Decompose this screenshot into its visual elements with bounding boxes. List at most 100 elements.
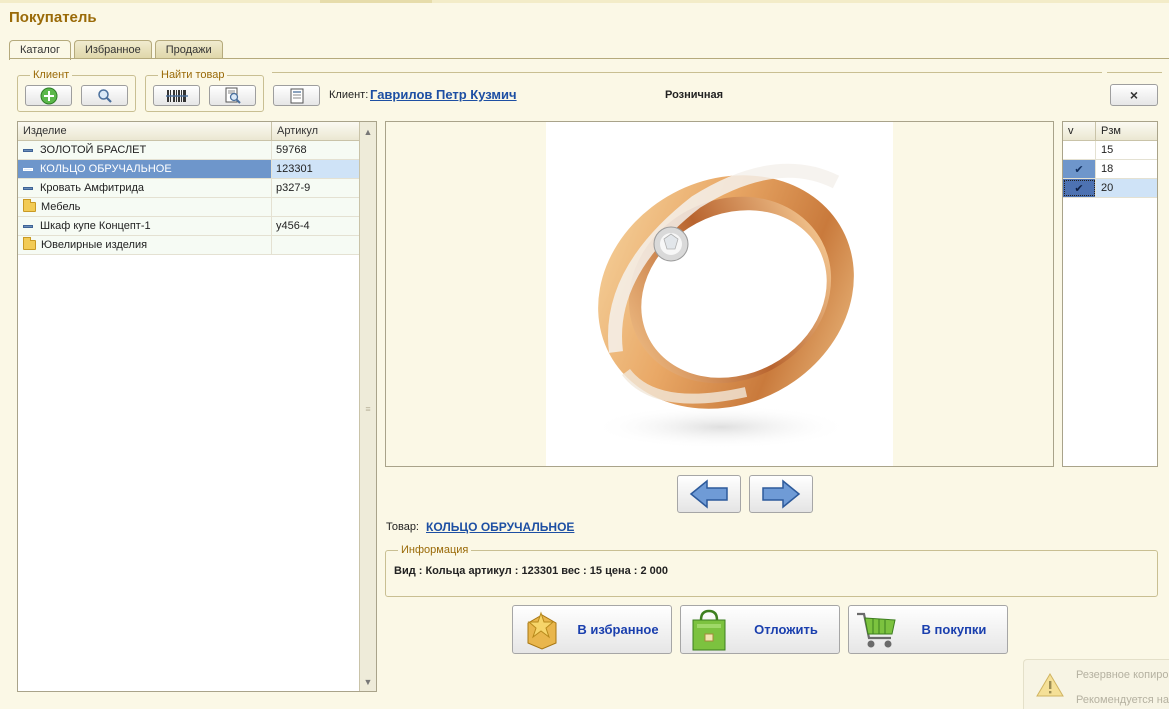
product-name-link[interactable]: КОЛЬЦО ОБРУЧАЛЬНОЕ	[426, 520, 574, 534]
tab-bar: Каталог Избранное Продажи	[9, 40, 223, 60]
folder-icon	[23, 237, 36, 250]
info-group: Информация Вид : Кольца артикул : 123301…	[385, 544, 1158, 597]
column-header-check[interactable]: v	[1063, 122, 1096, 140]
postpone-button[interactable]: Отложить	[680, 605, 840, 654]
size-value: 15	[1101, 144, 1114, 156]
window-title: Покупатель	[9, 9, 97, 26]
close-icon: ×	[1129, 87, 1139, 103]
size-checkbox[interactable]: ✔	[1063, 160, 1096, 178]
catalog-tree[interactable]: Изделие Артикул ЗОЛОТОЙ БРАСЛЕТ 59768 КОЛЬ…	[17, 121, 377, 692]
cell-article[interactable]	[272, 236, 360, 254]
arrow-left-icon	[689, 479, 728, 509]
item-name: Ювелирные изделия	[41, 239, 148, 251]
cell-item[interactable]: Кровать Амфитрида	[18, 179, 272, 197]
add-client-button[interactable]	[25, 85, 72, 106]
scroll-up-icon[interactable]: ▲	[360, 123, 376, 140]
size-value: 20	[1096, 179, 1157, 197]
toolbar-separator	[272, 72, 1102, 73]
barcode-icon	[165, 89, 188, 102]
column-header-item[interactable]: Изделие	[18, 122, 272, 140]
tab-divider	[9, 58, 1169, 59]
warning-icon	[1036, 673, 1064, 697]
add-to-purchases-label: В покупки	[921, 622, 987, 637]
arrow-right-icon	[762, 479, 801, 509]
add-to-purchases-button[interactable]: В покупки	[848, 605, 1008, 654]
tab-favorites[interactable]: Избранное	[74, 40, 152, 59]
table-row[interactable]: Ювелирные изделия	[18, 236, 376, 255]
checkmark-icon: ✔	[1074, 182, 1084, 195]
backup-notification[interactable]: Резервное копиро Рекомендуется на	[1023, 659, 1169, 709]
client-label: Клиент:	[329, 89, 369, 101]
add-to-favorites-label: В избранное	[577, 622, 659, 637]
find-goods-button[interactable]	[209, 85, 256, 106]
cell-article[interactable]: р327-9	[272, 179, 360, 197]
item-name: ЗОЛОТОЙ БРАСЛЕТ	[40, 144, 147, 156]
cell-article[interactable]: 59768	[272, 141, 360, 159]
scroll-grip-icon[interactable]: ≡	[360, 400, 376, 417]
add-circle-icon	[40, 87, 57, 104]
size-row[interactable]: ✔ 18	[1063, 160, 1157, 179]
notification-line-2: Рекомендуется на	[1076, 694, 1169, 706]
list-button[interactable]	[273, 85, 320, 106]
item-icon	[23, 148, 33, 152]
product-image-panel	[385, 121, 1054, 467]
product-image	[546, 122, 893, 466]
table-row[interactable]: Мебель	[18, 198, 376, 217]
scroll-down-icon[interactable]: ▼	[360, 673, 376, 690]
checkmark-icon: ✔	[1074, 163, 1084, 176]
size-table[interactable]: v Рзм 15 ✔ 18 ✔ 20	[1062, 121, 1158, 467]
next-image-button[interactable]	[749, 475, 813, 513]
top-strip	[0, 0, 1169, 3]
previous-image-button[interactable]	[677, 475, 741, 513]
size-row[interactable]: 15	[1063, 141, 1157, 160]
cell-item[interactable]: КОЛЬЦО ОБРУЧАЛЬНОЕ	[18, 160, 272, 178]
close-button[interactable]: ×	[1110, 84, 1158, 106]
size-table-header: v Рзм	[1063, 122, 1157, 141]
add-to-favorites-button[interactable]: В избранное	[512, 605, 672, 654]
folder-icon	[23, 199, 36, 212]
item-name: Кровать Амфитрида	[40, 182, 144, 194]
item-icon	[23, 186, 33, 190]
toolbar-separator-right	[1107, 72, 1162, 73]
column-header-article[interactable]: Артикул	[272, 122, 360, 140]
shopping-cart-icon	[857, 612, 896, 647]
cell-item[interactable]: Шкаф купе Концепт-1	[18, 217, 272, 235]
cell-article[interactable]: у456-4	[272, 217, 360, 235]
cell-article[interactable]: 123301	[272, 160, 360, 178]
cell-item[interactable]: Мебель	[18, 198, 272, 216]
price-type-label: Розничная	[665, 89, 724, 101]
barcode-search-button[interactable]	[153, 85, 200, 106]
item-icon	[23, 167, 33, 171]
info-text: Вид : Кольца артикул : 123301 вес : 15 ц…	[394, 565, 669, 577]
size-checkbox[interactable]: ✔	[1063, 179, 1096, 197]
postpone-label: Отложить	[754, 622, 818, 637]
find-goods-group-title: Найти товар	[158, 69, 228, 81]
catalog-rows: ЗОЛОТОЙ БРАСЛЕТ 59768 КОЛЬЦО ОБРУЧАЛЬНОЕ 12…	[18, 141, 376, 255]
tab-catalog[interactable]: Каталог	[9, 40, 71, 60]
size-value: 18	[1101, 163, 1114, 175]
magnifier-icon	[97, 88, 112, 103]
item-icon	[23, 224, 33, 228]
shopping-bag-icon	[692, 609, 726, 650]
cell-item[interactable]: ЗОЛОТОЙ БРАСЛЕТ	[18, 141, 272, 159]
size-rows: 15 ✔ 18 ✔ 20	[1063, 141, 1157, 198]
table-row[interactable]: ЗОЛОТОЙ БРАСЛЕТ 59768	[18, 141, 376, 160]
table-row[interactable]: Кровать Амфитрида р327-9	[18, 179, 376, 198]
client-name-link[interactable]: Гаврилов Петр Кузмич	[370, 87, 517, 102]
tab-sales[interactable]: Продажи	[154, 40, 223, 59]
cell-item[interactable]: Ювелирные изделия	[18, 236, 272, 254]
size-row[interactable]: ✔ 20	[1063, 179, 1157, 198]
cell-article[interactable]	[272, 198, 360, 216]
star-folder-icon	[527, 610, 557, 650]
client-group-title: Клиент	[30, 69, 73, 81]
table-row[interactable]: КОЛЬЦО ОБРУЧАЛЬНОЕ 123301	[18, 160, 376, 179]
find-document-icon	[225, 87, 241, 104]
item-name: КОЛЬЦО ОБРУЧАЛЬНОЕ	[40, 163, 172, 175]
product-label: Товар:	[386, 521, 419, 533]
wedding-ring-icon	[591, 163, 854, 449]
size-checkbox[interactable]	[1063, 141, 1096, 159]
catalog-scrollbar[interactable]: ▲ ≡ ▼	[359, 122, 376, 691]
table-row[interactable]: Шкаф купе Концепт-1 у456-4	[18, 217, 376, 236]
search-client-button[interactable]	[81, 85, 128, 106]
column-header-size[interactable]: Рзм	[1096, 122, 1157, 140]
